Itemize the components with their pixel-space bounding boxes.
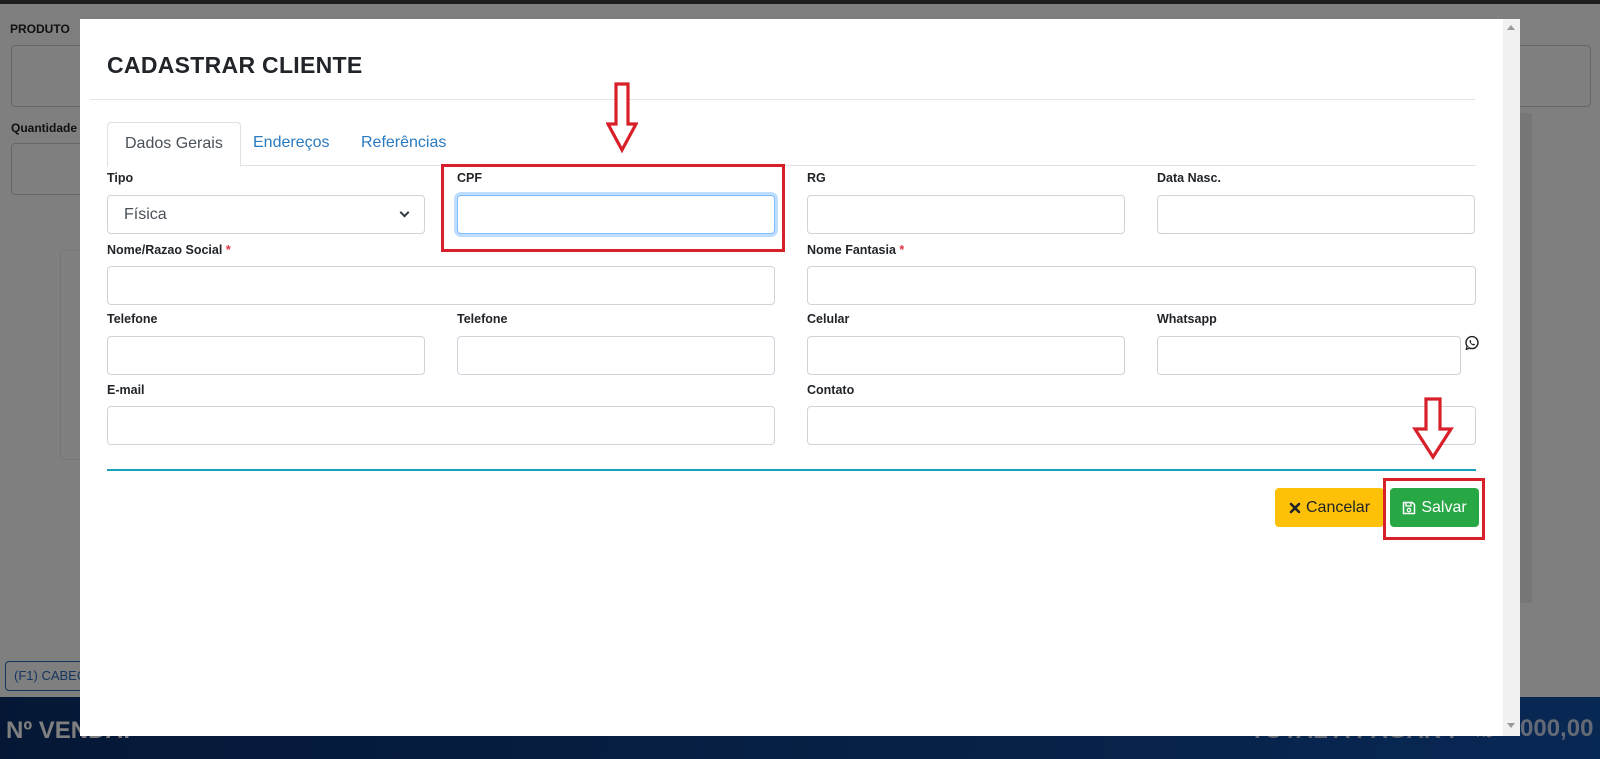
- tipo-label: Tipo: [107, 171, 134, 185]
- celular-label: Celular: [807, 312, 850, 326]
- tab-referencias[interactable]: Referências: [344, 122, 463, 166]
- modal-scrollbar[interactable]: [1503, 19, 1520, 736]
- cadastrar-cliente-modal: CADASTRAR CLIENTE Dados Gerais Endereços…: [80, 19, 1520, 736]
- whatsapp-field[interactable]: [1157, 336, 1461, 375]
- chevron-down-icon: [399, 207, 410, 218]
- cancel-button-label: Cancelar: [1305, 498, 1371, 516]
- celular-field[interactable]: [807, 336, 1125, 375]
- contato-label: Contato: [807, 383, 855, 397]
- rg-label: RG: [807, 171, 826, 185]
- telefone2-field[interactable]: [457, 336, 775, 375]
- tab-enderecos[interactable]: Endereços: [236, 122, 347, 166]
- email-field[interactable]: [107, 406, 775, 445]
- times-icon: [1289, 502, 1301, 513]
- form-divider: [107, 469, 1476, 471]
- telefone1-field[interactable]: [107, 336, 425, 375]
- whatsapp-icon[interactable]: [1464, 335, 1480, 351]
- scroll-up-icon[interactable]: [1507, 25, 1515, 30]
- tabs-bar: Dados Gerais Endereços Referências: [107, 122, 1476, 167]
- nome-fantasia-label-text: Nome Fantasia: [807, 243, 896, 257]
- telefone2-label: Telefone: [457, 312, 508, 326]
- email-label: E-mail: [107, 383, 145, 397]
- cpf-highlight-box: [441, 164, 785, 252]
- cancel-button[interactable]: Cancelar: [1275, 488, 1384, 527]
- required-mark: *: [225, 243, 231, 257]
- data-nasc-label: Data Nasc.: [1157, 171, 1221, 185]
- tab-dados-gerais[interactable]: Dados Gerais: [107, 122, 241, 167]
- scroll-down-icon[interactable]: [1507, 723, 1515, 728]
- contato-field[interactable]: [807, 406, 1476, 445]
- nome-razao-label-text: Nome/Razao Social: [107, 243, 223, 257]
- down-arrow-annotation-save: [1412, 397, 1454, 460]
- tipo-select[interactable]: Física: [107, 195, 425, 234]
- header-divider: [90, 99, 1475, 100]
- nome-fantasia-field[interactable]: [807, 266, 1476, 305]
- nome-fantasia-label: Nome Fantasia *: [807, 243, 904, 257]
- required-mark: *: [899, 243, 905, 257]
- down-arrow-annotation-cpf: [606, 82, 638, 154]
- rg-field[interactable]: [807, 195, 1125, 234]
- nome-razao-label: Nome/Razao Social *: [107, 243, 231, 257]
- data-nasc-field[interactable]: [1157, 195, 1475, 234]
- whatsapp-label: Whatsapp: [1157, 312, 1217, 326]
- nome-razao-field[interactable]: [107, 266, 775, 305]
- tipo-select-value: Física: [124, 205, 167, 223]
- modal-title: CADASTRAR CLIENTE: [107, 52, 363, 78]
- save-highlight-box: [1383, 478, 1485, 540]
- telefone1-label: Telefone: [107, 312, 158, 326]
